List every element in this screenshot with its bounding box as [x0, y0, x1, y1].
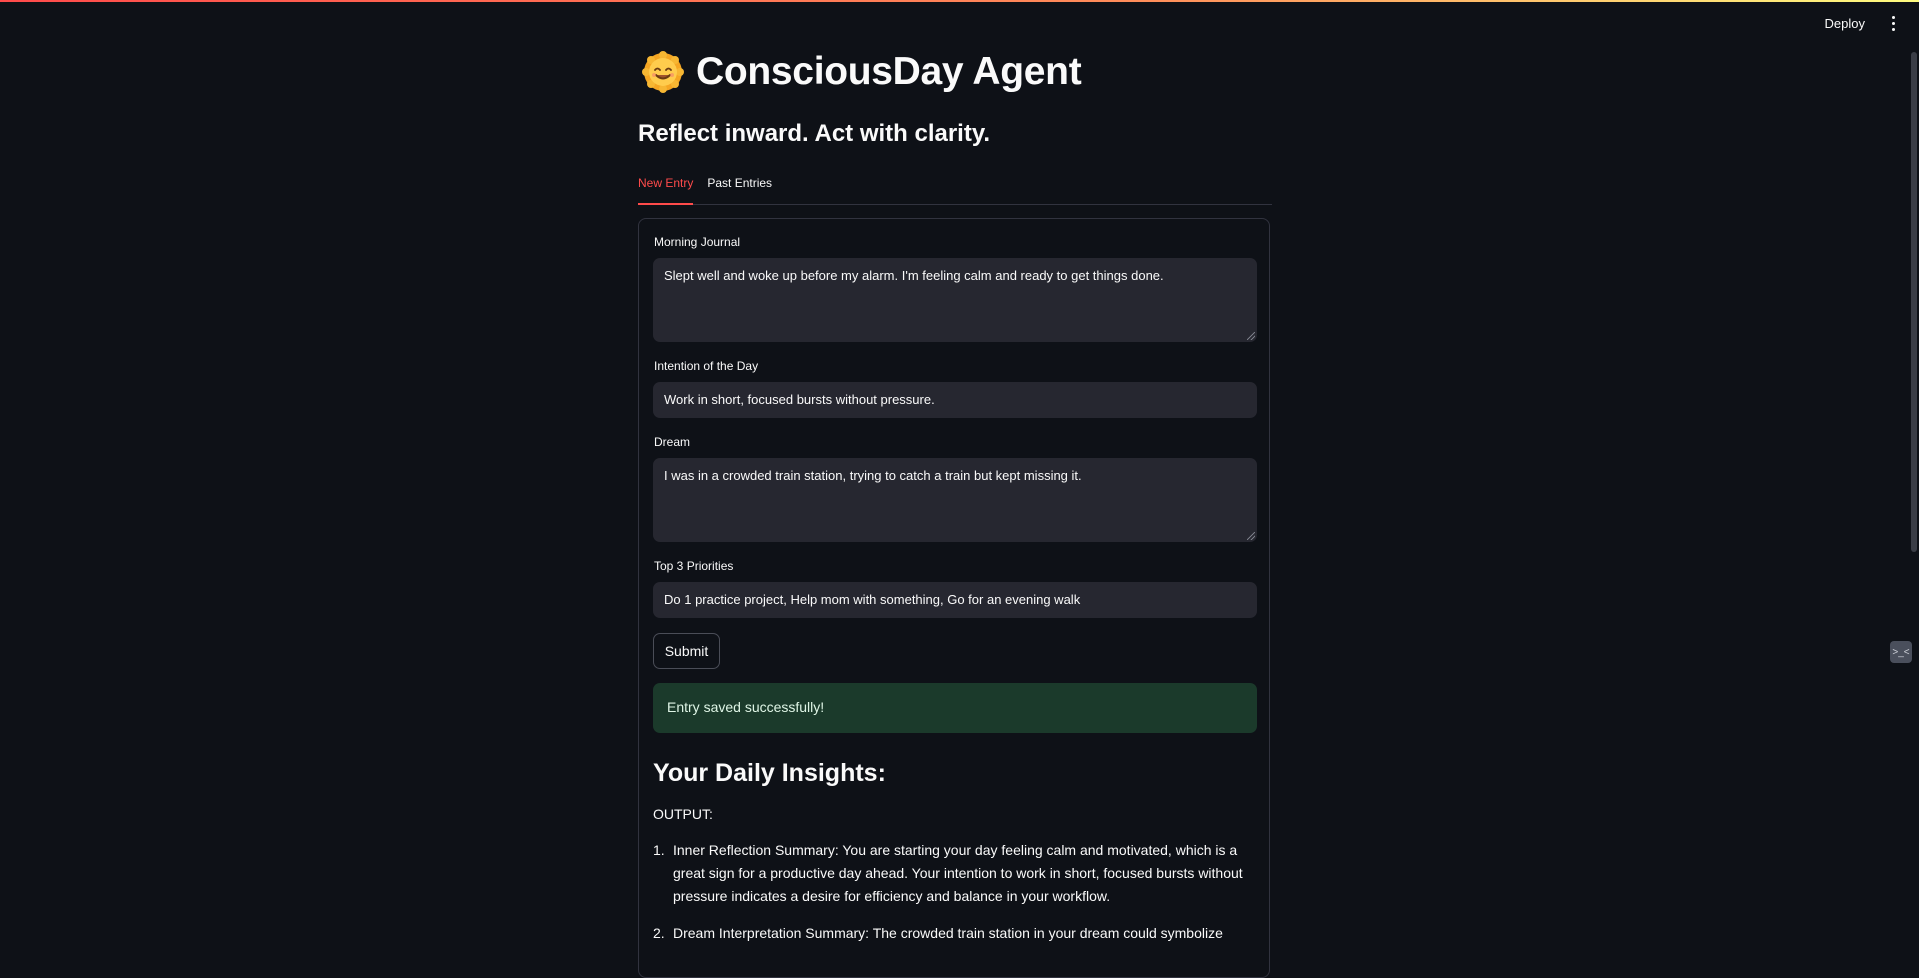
intention-input[interactable]: Work in short, focused bursts without pr… — [653, 382, 1257, 418]
top-decoration-bar — [0, 0, 1919, 2]
output-label: OUTPUT: — [653, 806, 713, 822]
page-scrollbar[interactable] — [1911, 52, 1917, 552]
priorities-input[interactable]: Do 1 practice project, Help mom with som… — [653, 582, 1257, 618]
title-row: ConsciousDay Agent — [642, 50, 1082, 94]
resize-handle-icon[interactable] — [1247, 532, 1255, 540]
intention-label: Intention of the Day — [654, 359, 759, 373]
list-item: 2. Dream Interpretation Summary: The cro… — [653, 922, 1257, 945]
morning-journal-value: Slept well and woke up before my alarm. … — [664, 268, 1164, 283]
list-item-number: 2. — [653, 925, 665, 941]
submit-button[interactable]: Submit — [653, 633, 720, 669]
insights-heading: Your Daily Insights: — [653, 759, 886, 787]
morning-journal-label: Morning Journal — [654, 235, 741, 249]
morning-journal-textarea[interactable]: Slept well and woke up before my alarm. … — [653, 258, 1257, 342]
tab-past-entries[interactable]: Past Entries — [707, 172, 772, 204]
page-subtitle: Reflect inward. Act with clarity. — [638, 120, 991, 147]
entry-form: Morning Journal Slept well and woke up b… — [638, 218, 1270, 978]
list-item-number: 1. — [653, 842, 665, 858]
dream-value: I was in a crowded train station, trying… — [664, 468, 1082, 483]
dream-label: Dream — [654, 435, 691, 449]
list-item: 1. Inner Reflection Summary: You are sta… — [653, 839, 1257, 908]
page-title: ConsciousDay Agent — [696, 50, 1082, 93]
dream-textarea[interactable]: I was in a crowded train station, trying… — [653, 458, 1257, 542]
intention-value: Work in short, focused bursts without pr… — [664, 392, 935, 407]
list-item-text: Dream Interpretation Summary: The crowde… — [673, 925, 1223, 941]
deploy-button[interactable]: Deploy — [1819, 12, 1871, 35]
tab-bar: New Entry Past Entries — [638, 172, 1272, 205]
main-menu-icon[interactable] — [1885, 14, 1901, 34]
success-alert: Entry saved successfully! — [653, 683, 1257, 733]
smiling-sun-icon — [642, 51, 684, 93]
insights-list: 1. Inner Reflection Summary: You are sta… — [653, 839, 1257, 959]
top-toolbar: Deploy — [1819, 12, 1901, 35]
priorities-label: Top 3 Priorities — [654, 559, 734, 573]
status-widget-icon[interactable]: >_< — [1890, 641, 1912, 663]
priorities-value: Do 1 practice project, Help mom with som… — [664, 592, 1081, 607]
tab-new-entry[interactable]: New Entry — [638, 172, 694, 205]
resize-handle-icon[interactable] — [1247, 332, 1255, 340]
list-item-text: Inner Reflection Summary: You are starti… — [673, 842, 1243, 904]
